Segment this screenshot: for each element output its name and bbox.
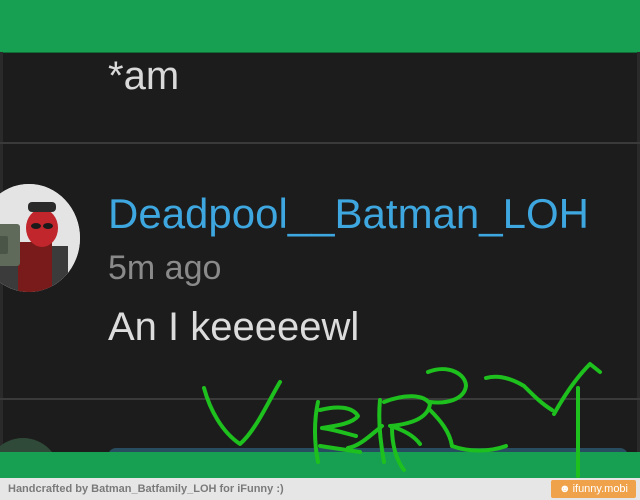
top-app-bar [0, 0, 640, 53]
comment-divider [0, 398, 640, 400]
previous-comment-text: *am [108, 54, 180, 98]
watermark-footer: Handcrafted by Batman_Batfamily_LOH for … [0, 478, 640, 500]
ifunny-badge[interactable]: ☻ ifunny.mobi [550, 480, 636, 498]
ifunny-badge-label: ifunny.mobi [572, 483, 628, 495]
bottom-bar [0, 452, 640, 478]
avatar[interactable] [0, 184, 80, 292]
comment-divider [0, 142, 640, 144]
screenshot-frame: *am Deadpool__Batman_LOH 5m ago An I kee… [0, 0, 640, 478]
smiley-icon: ☻ [558, 483, 571, 495]
comment-text: An I keeeeewl [108, 305, 360, 349]
comment-timestamp: 5m ago [108, 249, 222, 287]
deadpool-avatar-image [0, 184, 80, 292]
next-comment-row [0, 402, 640, 478]
comment-username[interactable]: Deadpool__Batman_LOH [108, 188, 589, 240]
footer-credit-text: Handcrafted by Batman_Batfamily_LOH for … [8, 483, 284, 495]
